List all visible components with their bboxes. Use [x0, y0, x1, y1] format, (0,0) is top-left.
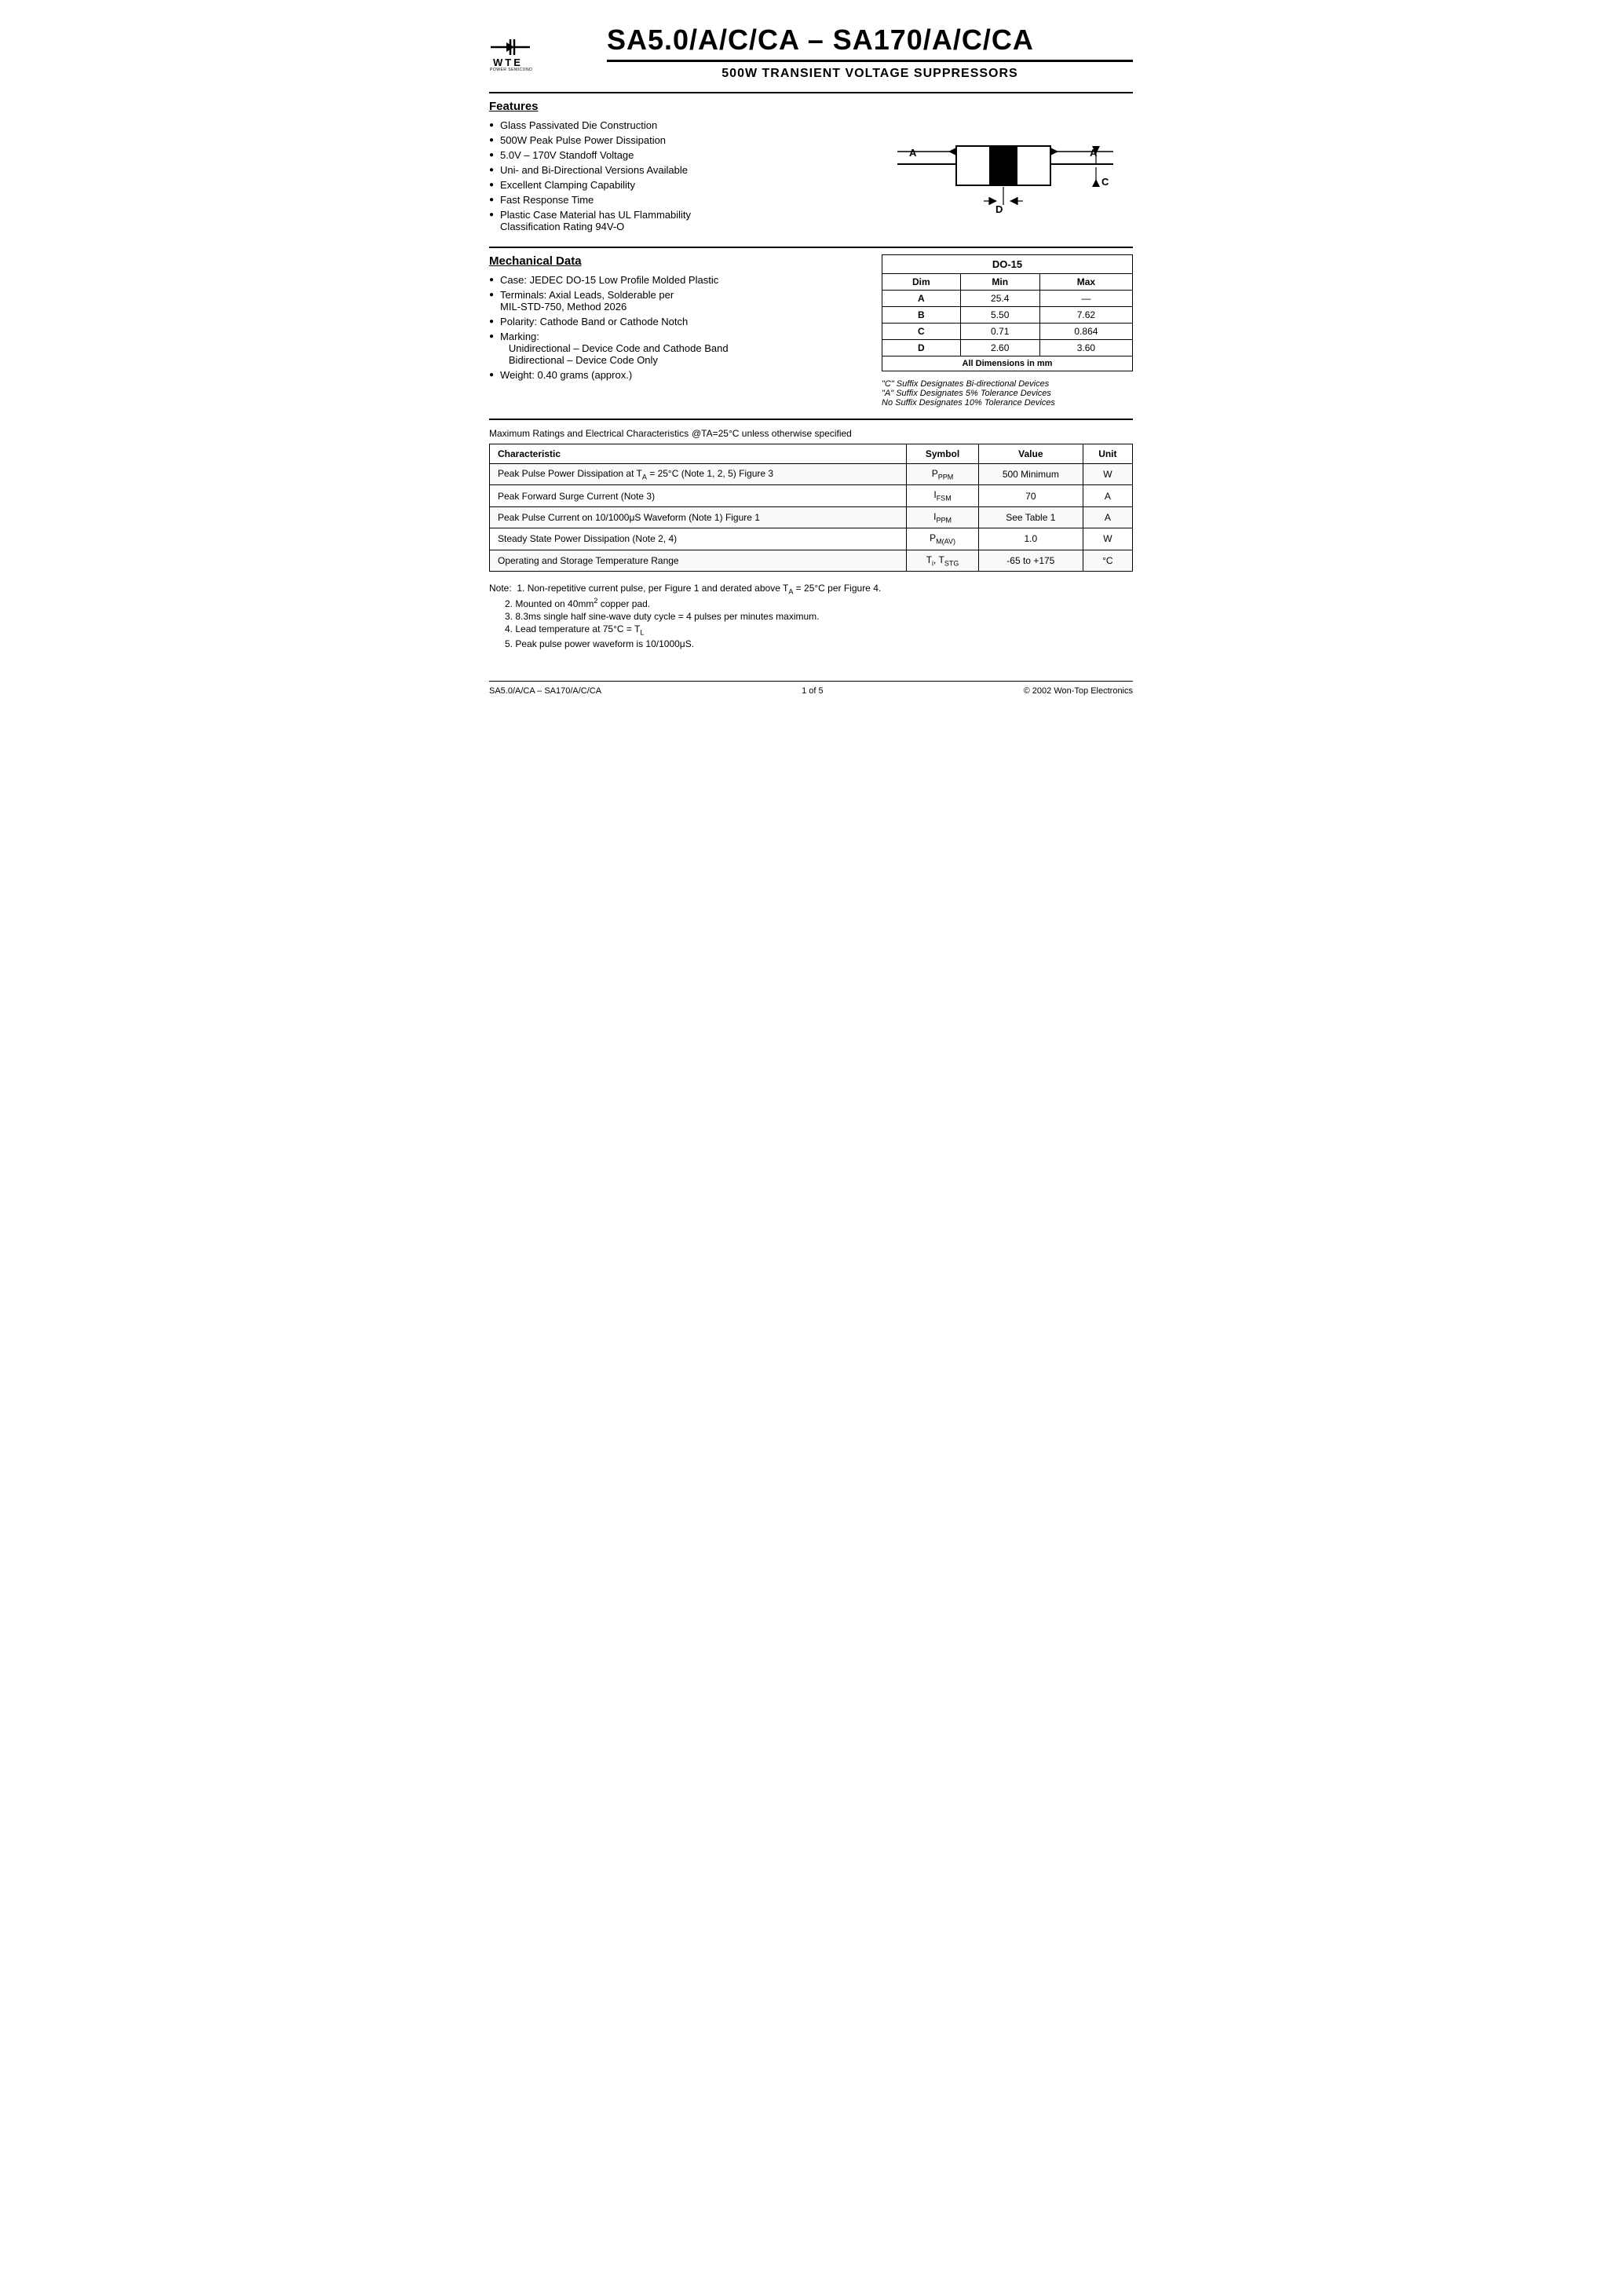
ratings-title: Maximum Ratings and Electrical Character… — [489, 426, 1133, 439]
features-title: Features — [489, 100, 866, 113]
note-4: 4. Lead temperature at 75°C = TL — [505, 623, 1133, 636]
ratings-divider — [489, 419, 1133, 420]
ratings-col-char: Characteristic — [490, 444, 907, 464]
mech-left: Mechanical Data Case: JEDEC DO-15 Low Pr… — [489, 254, 866, 408]
feature-item-3: 5.0V – 170V Standoff Voltage — [489, 149, 866, 161]
mech-item-7: Weight: 0.40 grams (approx.) — [489, 369, 866, 381]
table-row: Operating and Storage Temperature Range … — [490, 550, 1133, 571]
table-row: Peak Forward Surge Current (Note 3) IFSM… — [490, 485, 1133, 506]
table-row: C 0.71 0.864 — [882, 324, 1133, 340]
features-left: Features Glass Passivated Die Constructi… — [489, 100, 866, 236]
do15-footer: All Dimensions in mm — [882, 356, 1133, 371]
ratings-col-symbol: Symbol — [907, 444, 979, 464]
footer-center: 1 of 5 — [802, 686, 824, 696]
footer-left: SA5.0/A/CA – SA170/A/C/CA — [489, 686, 601, 696]
mech-item-4: Marking: Unidirectional – Device Code an… — [489, 331, 866, 366]
page-footer: SA5.0/A/CA – SA170/A/C/CA 1 of 5 © 2002 … — [489, 681, 1133, 696]
table-row: D 2.60 3.60 — [882, 340, 1133, 356]
do15-col-dim: Dim — [882, 274, 961, 291]
svg-text:C: C — [1101, 176, 1109, 188]
feature-item-4: Uni- and Bi-Directional Versions Availab… — [489, 164, 866, 176]
svg-text:WTE: WTE — [493, 57, 523, 68]
sub-title: 500W TRANSIENT VOLTAGE SUPPRESSORS — [607, 60, 1133, 81]
svg-text:D: D — [995, 203, 1003, 215]
notes-section: Note: 1. Non-repetitive current pulse, p… — [489, 583, 1133, 649]
mech-right: DO-15 Dim Min Max A 25.4 — B 5.50 7.62 — [882, 254, 1133, 408]
feature-item-6: Fast Response Time — [489, 194, 866, 206]
logo-area: WTE POWER SEMICONDUCTORS — [489, 31, 583, 73]
feature-item-5: Excellent Clamping Capability — [489, 179, 866, 191]
do15-col-min: Min — [960, 274, 1039, 291]
notes-intro: Note: 1. Non-repetitive current pulse, p… — [489, 583, 1133, 595]
features-divider — [489, 92, 1133, 93]
do15-col-max: Max — [1039, 274, 1132, 291]
note-5: 5. Peak pulse power waveform is 10/1000μ… — [505, 638, 1133, 649]
mechanical-section: Mechanical Data Case: JEDEC DO-15 Low Pr… — [489, 254, 1133, 408]
mech-item-1: Case: JEDEC DO-15 Low Profile Molded Pla… — [489, 274, 866, 286]
feature-item-1: Glass Passivated Die Construction — [489, 119, 866, 131]
do15-table: Dim Min Max A 25.4 — B 5.50 7.62 C — [882, 273, 1133, 371]
ratings-col-unit: Unit — [1083, 444, 1132, 464]
table-row: All Dimensions in mm — [882, 356, 1133, 371]
table-row: Peak Pulse Current on 10/1000μS Waveform… — [490, 506, 1133, 528]
features-diagram: A A B C — [882, 100, 1133, 236]
suffix-note-3: No Suffix Designates 10% Tolerance Devic… — [882, 398, 1133, 408]
feature-item-2: 500W Peak Pulse Power Dissipation — [489, 134, 866, 146]
suffix-note-2: "A" Suffix Designates 5% Tolerance Devic… — [882, 389, 1133, 398]
ratings-col-value: Value — [978, 444, 1083, 464]
diode-diagram-svg: A A B C — [893, 103, 1121, 232]
ratings-table: Characteristic Symbol Value Unit Peak Pu… — [489, 444, 1133, 572]
svg-text:A: A — [909, 147, 917, 159]
suffix-notes: "C" Suffix Designates Bi-directional Dev… — [882, 379, 1133, 408]
note-3: 3. 8.3ms single half sine-wave duty cycl… — [505, 611, 1133, 622]
mech-item-3: Polarity: Cathode Band or Cathode Notch — [489, 316, 866, 327]
title-area: SA5.0/A/C/CA – SA170/A/C/CA 500W TRANSIE… — [607, 24, 1133, 81]
table-row: B 5.50 7.62 — [882, 307, 1133, 324]
do15-title: DO-15 — [882, 254, 1133, 273]
features-section: Features Glass Passivated Die Constructi… — [489, 100, 1133, 236]
footer-right: © 2002 Won-Top Electronics — [1024, 686, 1133, 696]
note-2: 2. Mounted on 40mm2 copper pad. — [505, 597, 1133, 609]
suffix-note-1: "C" Suffix Designates Bi-directional Dev… — [882, 379, 1133, 389]
feature-item-7: Plastic Case Material has UL Flammabilit… — [489, 209, 866, 232]
features-list: Glass Passivated Die Construction 500W P… — [489, 119, 866, 232]
mech-list: Case: JEDEC DO-15 Low Profile Molded Pla… — [489, 274, 866, 381]
main-title: SA5.0/A/C/CA – SA170/A/C/CA — [607, 24, 1133, 57]
table-row: A 25.4 — — [882, 291, 1133, 307]
mech-title: Mechanical Data — [489, 254, 866, 268]
mech-divider — [489, 247, 1133, 248]
svg-text:POWER SEMICONDUCTORS: POWER SEMICONDUCTORS — [490, 68, 532, 71]
mech-item-2: Terminals: Axial Leads, Solderable perMI… — [489, 289, 866, 313]
page-header: WTE POWER SEMICONDUCTORS SA5.0/A/C/CA – … — [489, 24, 1133, 81]
ratings-section: Maximum Ratings and Electrical Character… — [489, 426, 1133, 572]
logo-icon: WTE POWER SEMICONDUCTORS — [489, 31, 532, 73]
table-row: Peak Pulse Power Dissipation at TA = 25°… — [490, 464, 1133, 485]
table-row: Steady State Power Dissipation (Note 2, … — [490, 528, 1133, 550]
